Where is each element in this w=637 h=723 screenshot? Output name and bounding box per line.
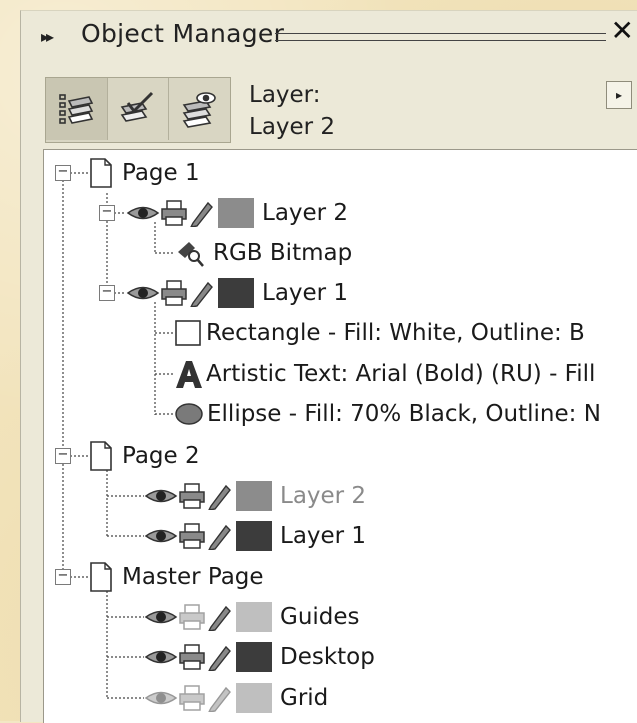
tree-item-guides[interactable]: Guides	[144, 597, 360, 637]
printer-icon[interactable]	[178, 482, 206, 510]
expand-toggle-page-2[interactable]: −	[55, 448, 71, 464]
tree-item-label: Desktop	[280, 644, 375, 670]
tree-item-artistic-text[interactable]: Artistic Text: Arial (Bold) (RU) - Fill	[174, 354, 595, 394]
tree-item-label: Page 1	[122, 160, 200, 186]
tree-item-layer-1[interactable]: Layer 1	[126, 273, 348, 313]
tree-item-label: RGB Bitmap	[213, 240, 353, 266]
layer-manager-view-icon	[182, 92, 216, 128]
pencil-icon[interactable]	[206, 522, 232, 550]
show-object-properties-button[interactable]	[46, 78, 108, 140]
eye-icon[interactable]	[144, 687, 178, 709]
flyout-menu-button[interactable]: ▸	[606, 81, 632, 109]
pencil-icon[interactable]	[188, 279, 214, 307]
panel-title: Object Manager	[81, 19, 285, 48]
expand-toggle-layer-2[interactable]: −	[99, 205, 115, 221]
object-manager-toolbar: Layer: Layer 2 ▸	[21, 63, 637, 146]
tree-item-ellipse[interactable]: Ellipse - Fill: 70% Black, Outline: N	[174, 394, 601, 434]
active-layer-label: Layer: Layer 2	[249, 79, 335, 143]
close-icon[interactable]: ✕	[611, 17, 634, 45]
printer-icon[interactable]	[160, 199, 188, 227]
tree-item-label: Page 2	[122, 443, 200, 469]
ellipse-icon	[175, 403, 203, 425]
expand-toggle-layer-1[interactable]: −	[99, 285, 115, 301]
layer-color-swatch[interactable]	[218, 278, 254, 308]
tree-item-layer-1-page-2[interactable]: Layer 1	[144, 516, 366, 556]
tree-item-desktop[interactable]: Desktop	[144, 637, 375, 677]
printer-icon[interactable]	[178, 603, 206, 631]
pencil-icon[interactable]	[206, 643, 232, 671]
printer-icon[interactable]	[160, 279, 188, 307]
eye-icon[interactable]	[144, 646, 178, 668]
show-object-properties-icon	[59, 94, 94, 124]
eye-icon[interactable]	[126, 202, 160, 224]
pencil-icon[interactable]	[206, 603, 232, 631]
rectangle-icon	[175, 320, 201, 346]
page-icon	[90, 441, 112, 471]
object-tree: − − − − − Page 1 Layer 2 RGB Bitmap Laye…	[43, 149, 637, 723]
tree-item-label: Artistic Text: Arial (Bold) (RU) - Fill	[206, 361, 596, 387]
tree-item-label: Layer 1	[262, 280, 349, 306]
printer-icon[interactable]	[178, 684, 206, 712]
layer-caption: Layer:	[249, 82, 321, 108]
edit-across-layers-icon	[120, 91, 154, 122]
tree-item-label: Grid	[280, 685, 329, 711]
tree-item-label: Layer 1	[280, 523, 367, 549]
eye-icon[interactable]	[126, 282, 160, 304]
eye-icon[interactable]	[144, 606, 178, 628]
tree-item-page-1[interactable]: Page 1	[88, 153, 200, 193]
tree-item-master-page[interactable]: Master Page	[88, 557, 264, 597]
pencil-icon[interactable]	[206, 684, 232, 712]
pencil-icon[interactable]	[206, 482, 232, 510]
toolbar-button-group	[45, 77, 231, 143]
tree-item-label: Guides	[280, 604, 360, 630]
layer-color-swatch[interactable]	[236, 642, 272, 672]
tree-item-rectangle[interactable]: Rectangle - Fill: White, Outline: B	[174, 313, 585, 353]
tree-item-layer-2-page-2[interactable]: Layer 2	[144, 476, 366, 516]
tree-item-label: Layer 2	[280, 483, 367, 509]
active-layer-name: Layer 2	[249, 114, 336, 140]
tree-item-rgb-bitmap[interactable]: RGB Bitmap	[175, 233, 352, 273]
page-icon	[90, 158, 112, 188]
expand-toggle-page-1[interactable]: −	[55, 165, 71, 181]
layer-color-swatch[interactable]	[236, 683, 272, 713]
title-grip-line	[275, 33, 606, 41]
eye-icon[interactable]	[144, 525, 178, 547]
object-manager-panel: ▸▸ Object Manager ✕ Layer: Layer 2 ▸ − −…	[20, 10, 637, 723]
collapse-arrows-icon[interactable]: ▸▸	[41, 27, 54, 46]
expand-toggle-master-page[interactable]: −	[55, 569, 71, 585]
page-icon	[90, 562, 112, 592]
layer-color-swatch[interactable]	[236, 602, 272, 632]
printer-icon[interactable]	[178, 643, 206, 671]
tree-item-label: Layer 2	[262, 200, 349, 226]
layer-manager-view-button[interactable]	[169, 78, 230, 140]
tree-item-label: Rectangle - Fill: White, Outline: B	[206, 320, 585, 346]
layer-color-swatch[interactable]	[236, 481, 272, 511]
tree-item-label: Master Page	[122, 564, 264, 590]
layer-color-swatch[interactable]	[236, 521, 272, 551]
pencil-icon[interactable]	[188, 199, 214, 227]
tree-item-label: Ellipse - Fill: 70% Black, Outline: N	[207, 401, 601, 427]
bitmap-icon	[178, 242, 204, 267]
tree-item-page-2[interactable]: Page 2	[88, 436, 200, 476]
tree-item-grid[interactable]: Grid	[144, 678, 328, 718]
eye-icon[interactable]	[144, 485, 178, 507]
tree-item-layer-2[interactable]: Layer 2	[126, 193, 348, 233]
layer-color-swatch[interactable]	[218, 198, 254, 228]
artistic-text-icon	[176, 361, 202, 388]
edit-across-layers-button[interactable]	[108, 78, 170, 140]
printer-icon[interactable]	[178, 522, 206, 550]
docker-title-bar[interactable]: ▸▸ Object Manager ✕	[21, 11, 637, 63]
